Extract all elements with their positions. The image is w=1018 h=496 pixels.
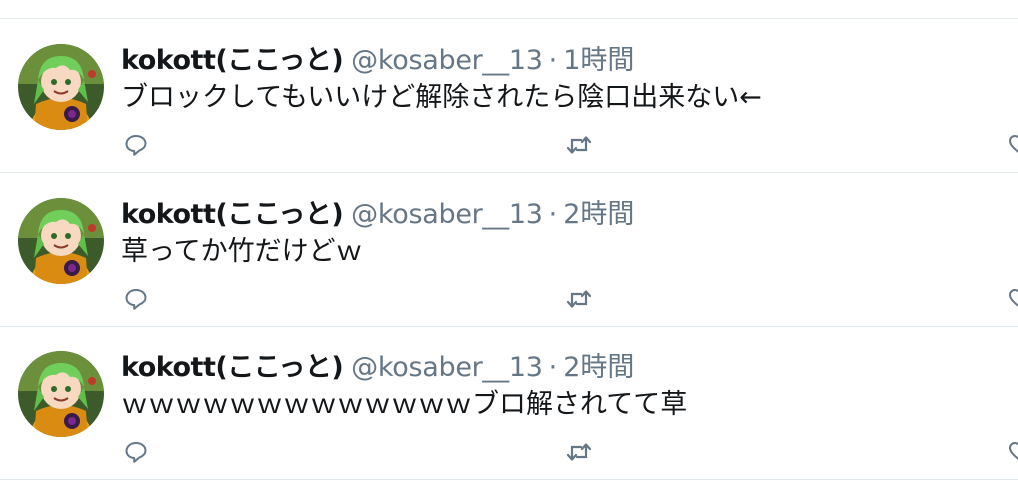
- reply-button[interactable]: [121, 439, 151, 465]
- user-handle[interactable]: @kosaber__13: [351, 199, 543, 230]
- display-name[interactable]: kokott(ここっと): [121, 45, 344, 76]
- reply-icon: [125, 135, 147, 156]
- retweet-button[interactable]: [564, 439, 594, 465]
- tweet-divider: [0, 479, 1018, 480]
- tweet-text: ｗｗｗｗｗｗｗｗｗｗｗｗｗブロ解されてて草: [121, 389, 688, 420]
- avatar-image: [18, 351, 104, 437]
- avatar[interactable]: [18, 198, 104, 284]
- like-icon: [1008, 441, 1018, 460]
- display-name[interactable]: kokott(ここっと): [121, 352, 344, 383]
- tweet-text: ブロックしてもいいけど解除されたら陰口出来ない←: [121, 82, 762, 113]
- reply-icon: [125, 442, 147, 463]
- retweet-icon: [566, 290, 592, 308]
- like-button[interactable]: [1008, 286, 1018, 312]
- avatar-image: [18, 44, 104, 130]
- avatar-image: [18, 198, 104, 284]
- reply-button[interactable]: [121, 132, 151, 158]
- retweet-icon: [566, 443, 592, 461]
- like-button[interactable]: [1008, 439, 1018, 465]
- retweet-button[interactable]: [564, 286, 594, 312]
- reply-button[interactable]: [121, 286, 151, 312]
- user-handle[interactable]: @kosaber__13: [351, 352, 543, 383]
- retweet-button[interactable]: [564, 132, 594, 158]
- user-handle[interactable]: @kosaber__13: [351, 45, 543, 76]
- tweet-header: kokott(ここっと) @kosaber__13 · 2時間: [121, 197, 634, 233]
- tweet[interactable]: kokott(ここっと) @kosaber__13 · 2時間 ｗｗｗｗｗｗｗｗｗｗｗ…: [0, 326, 1018, 480]
- like-icon: [1008, 288, 1018, 307]
- tweet-timestamp[interactable]: 2時間: [563, 199, 634, 230]
- tweet-timestamp[interactable]: 1時間: [563, 45, 634, 76]
- tweet[interactable]: kokott(ここっと) @kosaber__13 · 2時間 草ってか竹だけどｗ: [0, 173, 1018, 327]
- display-name[interactable]: kokott(ここっと): [121, 199, 344, 230]
- like-button[interactable]: [1008, 132, 1018, 158]
- avatar[interactable]: [18, 44, 104, 130]
- tweet-timestamp[interactable]: 2時間: [563, 352, 634, 383]
- avatar[interactable]: [18, 351, 104, 437]
- retweet-icon: [566, 136, 592, 154]
- reply-icon: [125, 289, 147, 310]
- tweet-text: 草ってか竹だけどｗ: [121, 236, 363, 267]
- like-icon: [1008, 134, 1018, 153]
- tweet-header: kokott(ここっと) @kosaber__13 · 1時間: [121, 43, 634, 79]
- separator-dot: ·: [548, 45, 558, 76]
- tweet[interactable]: kokott(ここっと) @kosaber__13 · 1時間 ブロックしてもいいけど…: [0, 19, 1018, 173]
- separator-dot: ·: [548, 199, 558, 230]
- tweet-header: kokott(ここっと) @kosaber__13 · 2時間: [121, 350, 634, 386]
- separator-dot: ·: [548, 352, 558, 383]
